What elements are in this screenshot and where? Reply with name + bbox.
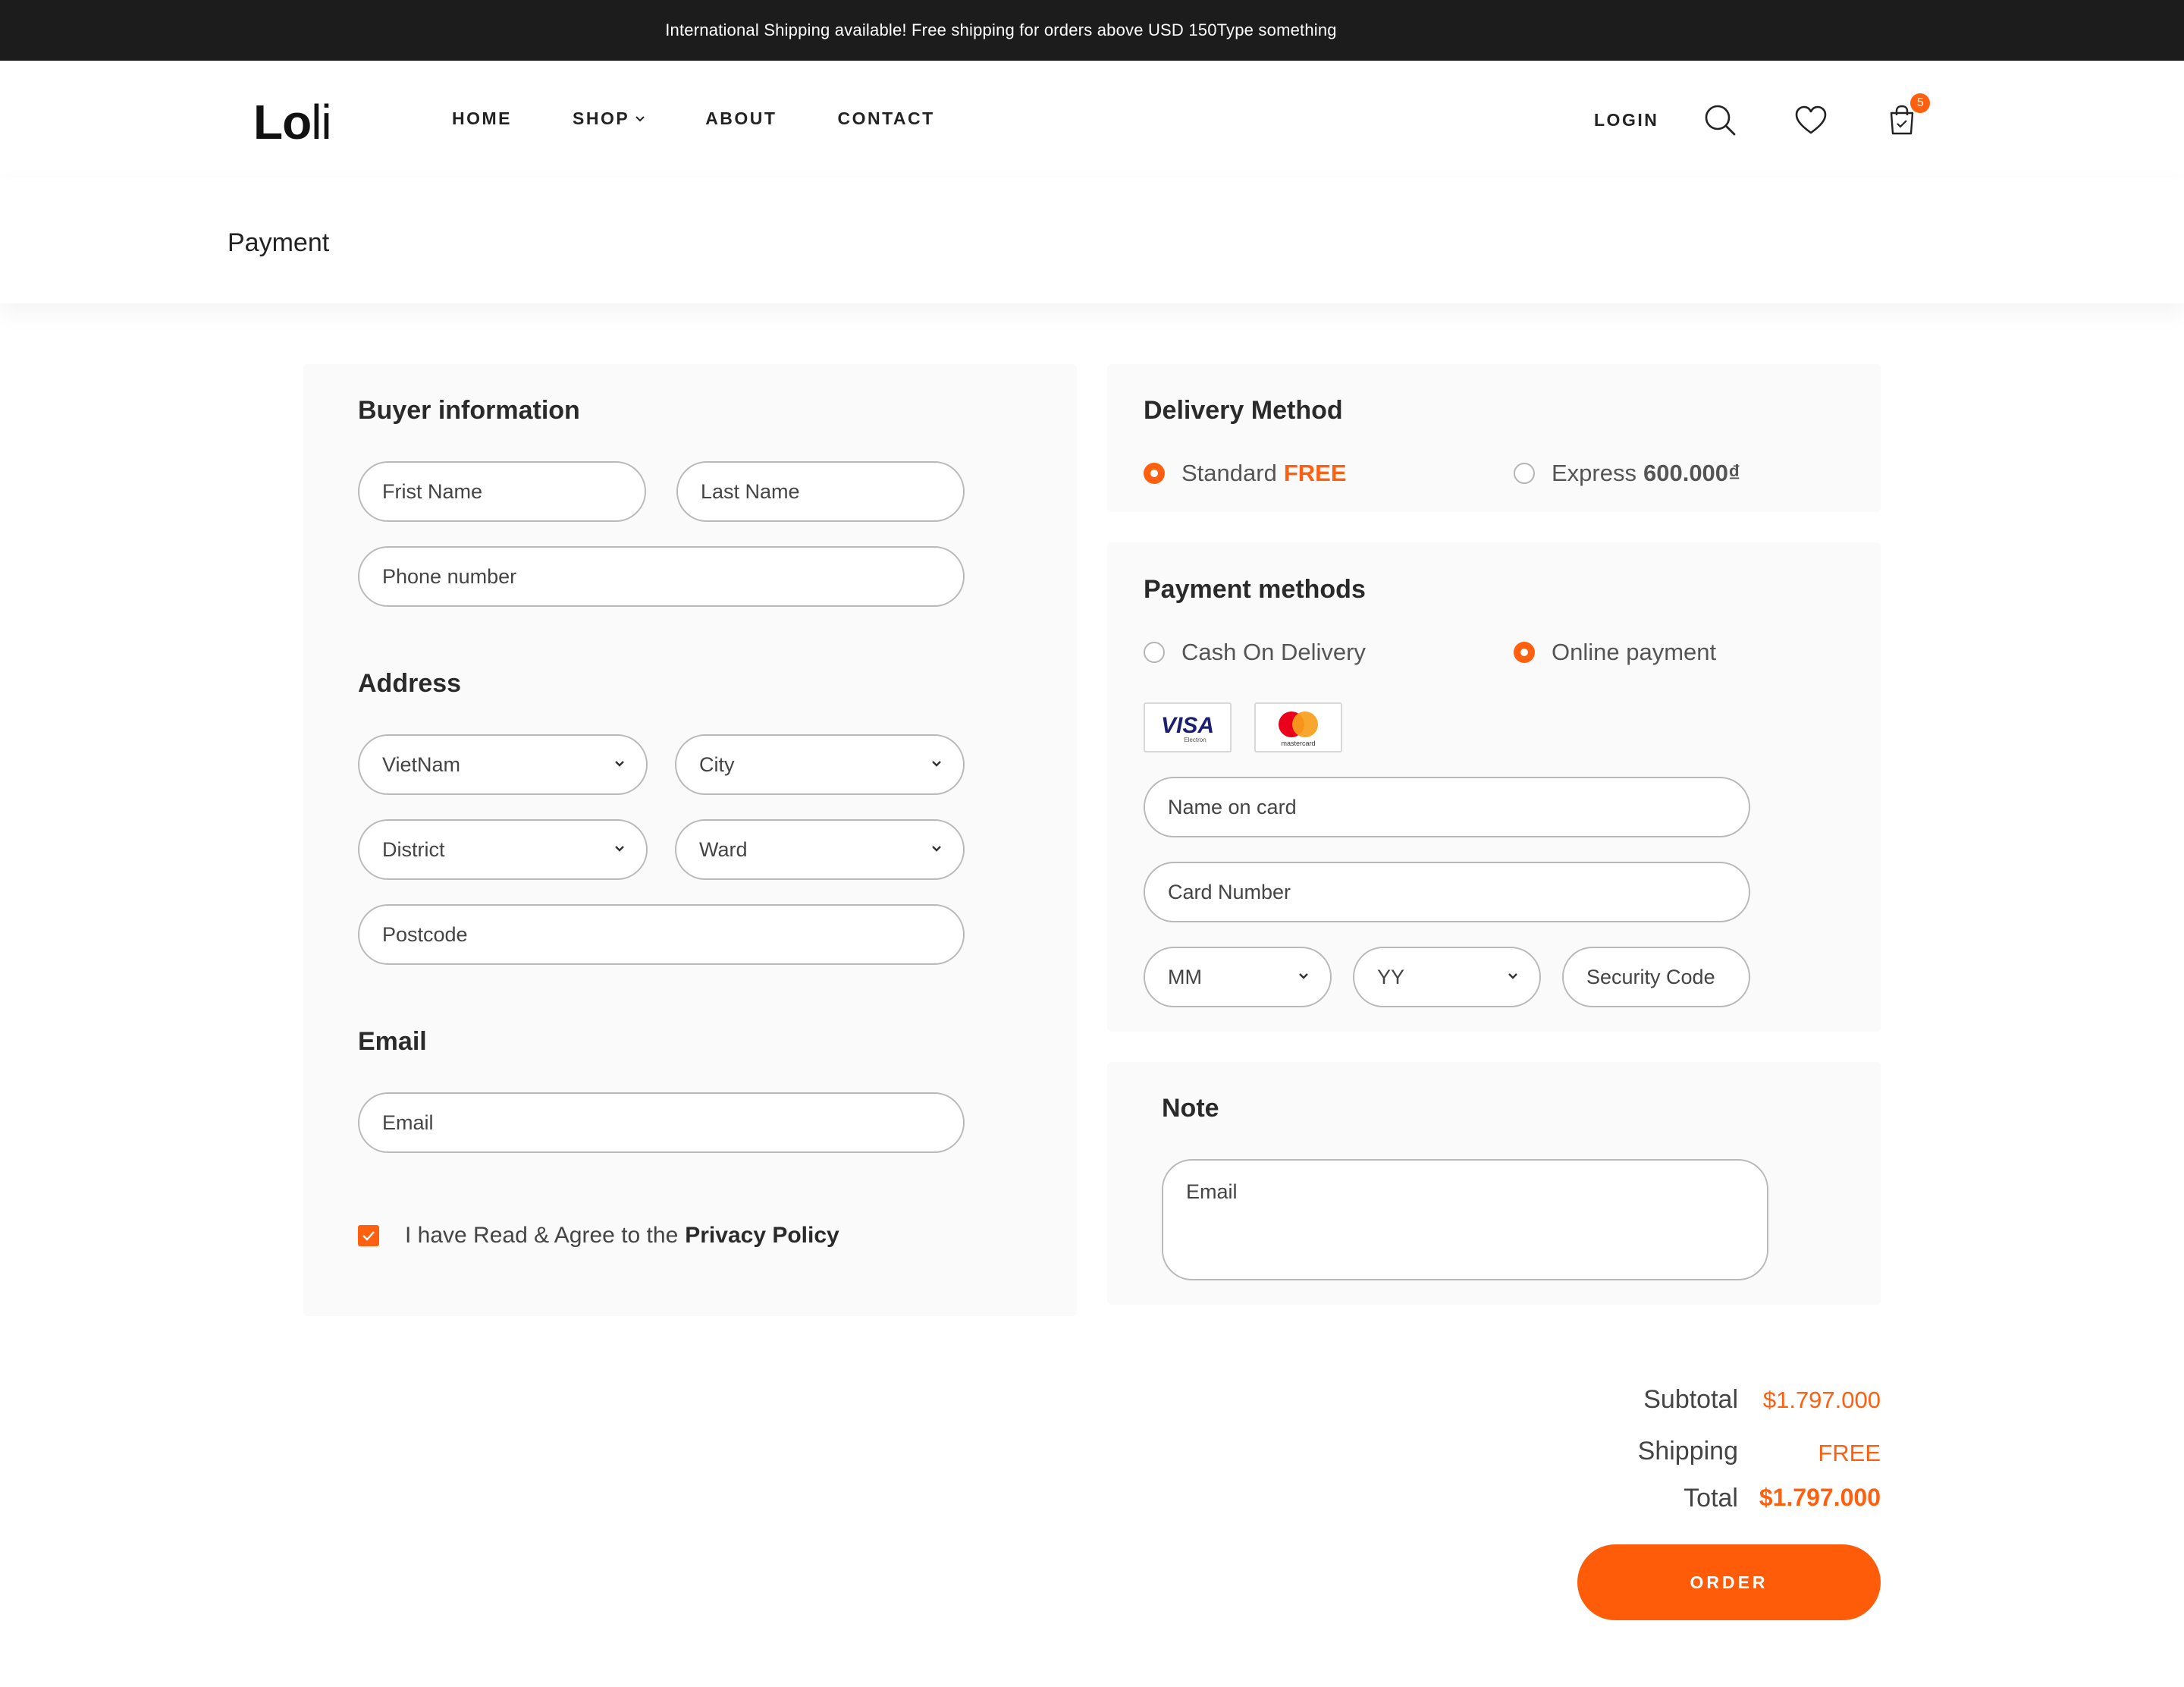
agreement-text: I have Read & Agree to the [405, 1223, 679, 1248]
standard-price: FREE [1283, 460, 1347, 486]
name-on-card-input[interactable]: Name on card [1144, 777, 1750, 837]
security-code-placeholder: Security Code [1586, 965, 1715, 988]
email-heading: Email [358, 1027, 427, 1056]
mastercard-option[interactable]: mastercard [1254, 702, 1342, 752]
login-link[interactable]: LOGIN [1594, 110, 1658, 130]
order-button[interactable]: ORDER [1577, 1544, 1881, 1620]
chevron-down-icon [615, 761, 624, 767]
nav-contact[interactable]: CONTACT [837, 108, 934, 129]
svg-text:Electron: Electron [1184, 737, 1206, 743]
ward-select[interactable]: Ward [675, 819, 965, 880]
shipping-value: FREE [1818, 1440, 1881, 1466]
payment-option-cod[interactable]: Cash On Delivery [1144, 639, 1366, 666]
nav-contact-label: CONTACT [837, 108, 935, 128]
card-number-placeholder: Card Number [1168, 880, 1291, 903]
email-placeholder: Email [382, 1111, 434, 1134]
chevron-down-icon [615, 846, 624, 852]
nav-about[interactable]: ABOUT [705, 108, 777, 129]
logo-bold-part: Lo [253, 95, 312, 149]
buyer-info-heading: Buyer information [358, 396, 580, 425]
delivery-panel [1107, 364, 1881, 512]
nav-shop-label: SHOP [573, 108, 630, 128]
expiry-month-select[interactable]: MM [1144, 947, 1332, 1007]
svg-text:mastercard: mastercard [1281, 740, 1315, 747]
privacy-policy-link[interactable]: Privacy Policy [685, 1223, 839, 1249]
standard-label: Standard [1181, 460, 1277, 486]
delivery-heading: Delivery Method [1144, 396, 1343, 425]
visa-card-option[interactable]: VISA Electron [1144, 702, 1232, 752]
wishlist-button[interactable] [1793, 102, 1828, 137]
logo-light-part: li [311, 95, 331, 149]
total-value: $1.797.000 [1759, 1484, 1881, 1511]
last-name-placeholder: Last Name [701, 479, 800, 503]
chevron-down-icon [1299, 973, 1308, 979]
visa-logo-icon: VISA Electron [1161, 713, 1214, 743]
nav-home-label: HOME [452, 108, 512, 128]
note-textarea[interactable]: Email [1162, 1159, 1768, 1280]
express-label: Express [1552, 460, 1636, 486]
delivery-option-standard[interactable]: Standard FREE [1144, 460, 1347, 487]
phone-input[interactable]: Phone number [358, 546, 965, 607]
payment-option-online[interactable]: Online payment [1514, 639, 1716, 666]
main-nav: HOME SHOP ABOUT CONTACT [452, 108, 996, 129]
site-header: Loli HOME SHOP ABOUT CONTACT LOGIN 5 [0, 61, 2184, 178]
cart-count-badge: 5 [1910, 93, 1931, 113]
cod-label: Cash On Delivery [1181, 639, 1366, 665]
country-value: VietNam [382, 752, 461, 776]
chevron-down-icon [932, 761, 941, 767]
postcode-placeholder: Postcode [382, 922, 468, 946]
nav-shop[interactable]: SHOP [573, 108, 645, 129]
chevron-down-icon [932, 846, 941, 852]
nav-about-label: ABOUT [705, 108, 777, 128]
privacy-checkbox[interactable] [358, 1225, 379, 1246]
address-heading: Address [358, 669, 462, 698]
year-placeholder: YY [1377, 965, 1405, 988]
month-placeholder: MM [1168, 965, 1202, 988]
first-name-placeholder: Frist Name [382, 479, 483, 503]
announcement-bar: International Shipping available! Free s… [0, 0, 2184, 61]
announcement-text: International Shipping available! Free s… [665, 20, 1337, 39]
payment-heading: Payment methods [1144, 575, 1366, 604]
note-placeholder: Email [1186, 1180, 1238, 1203]
expiry-year-select[interactable]: YY [1353, 947, 1541, 1007]
search-icon [1705, 105, 1736, 136]
name-on-card-placeholder: Name on card [1168, 795, 1297, 818]
country-select[interactable]: VietNam [358, 734, 648, 795]
express-radio[interactable] [1514, 463, 1535, 484]
online-label: Online payment [1552, 639, 1717, 665]
mastercard-logo-icon: mastercard [1279, 712, 1318, 747]
security-code-input[interactable]: Security Code [1562, 947, 1750, 1007]
city-placeholder: City [699, 752, 735, 776]
heart-icon [1796, 105, 1827, 134]
online-radio[interactable] [1514, 642, 1535, 663]
note-heading: Note [1162, 1094, 1219, 1123]
card-number-input[interactable]: Card Number [1144, 862, 1750, 922]
search-button[interactable] [1702, 102, 1737, 137]
page-title-strip: Payment [0, 178, 2184, 303]
delivery-option-express[interactable]: Express 600.000₫ [1514, 460, 1740, 487]
svg-text:VISA: VISA [1161, 713, 1214, 738]
cart-button[interactable]: 5 [1884, 93, 1931, 137]
express-price: 600.000₫ [1643, 460, 1740, 486]
ward-placeholder: Ward [699, 837, 748, 861]
checkmark-icon [362, 1231, 375, 1241]
district-placeholder: District [382, 837, 445, 861]
city-select[interactable]: City [675, 734, 965, 795]
cod-radio[interactable] [1144, 642, 1165, 663]
page-title: Payment [228, 228, 330, 257]
chevron-down-icon [1508, 973, 1517, 979]
logo[interactable]: Loli [253, 94, 332, 150]
chevron-down-icon [635, 115, 645, 121]
privacy-agreement: I have Read & Agree to the Privacy Polic… [358, 1223, 839, 1249]
district-select[interactable]: District [358, 819, 648, 880]
last-name-input[interactable]: Last Name [676, 461, 965, 522]
header-actions: LOGIN 5 [1594, 93, 1931, 137]
nav-home[interactable]: HOME [452, 108, 512, 129]
phone-placeholder: Phone number [382, 564, 517, 588]
subtotal-value: $1.797.000 [1762, 1387, 1881, 1413]
first-name-input[interactable]: Frist Name [358, 461, 646, 522]
standard-radio[interactable] [1144, 463, 1165, 484]
email-input[interactable]: Email [358, 1092, 965, 1153]
postcode-input[interactable]: Postcode [358, 904, 965, 965]
